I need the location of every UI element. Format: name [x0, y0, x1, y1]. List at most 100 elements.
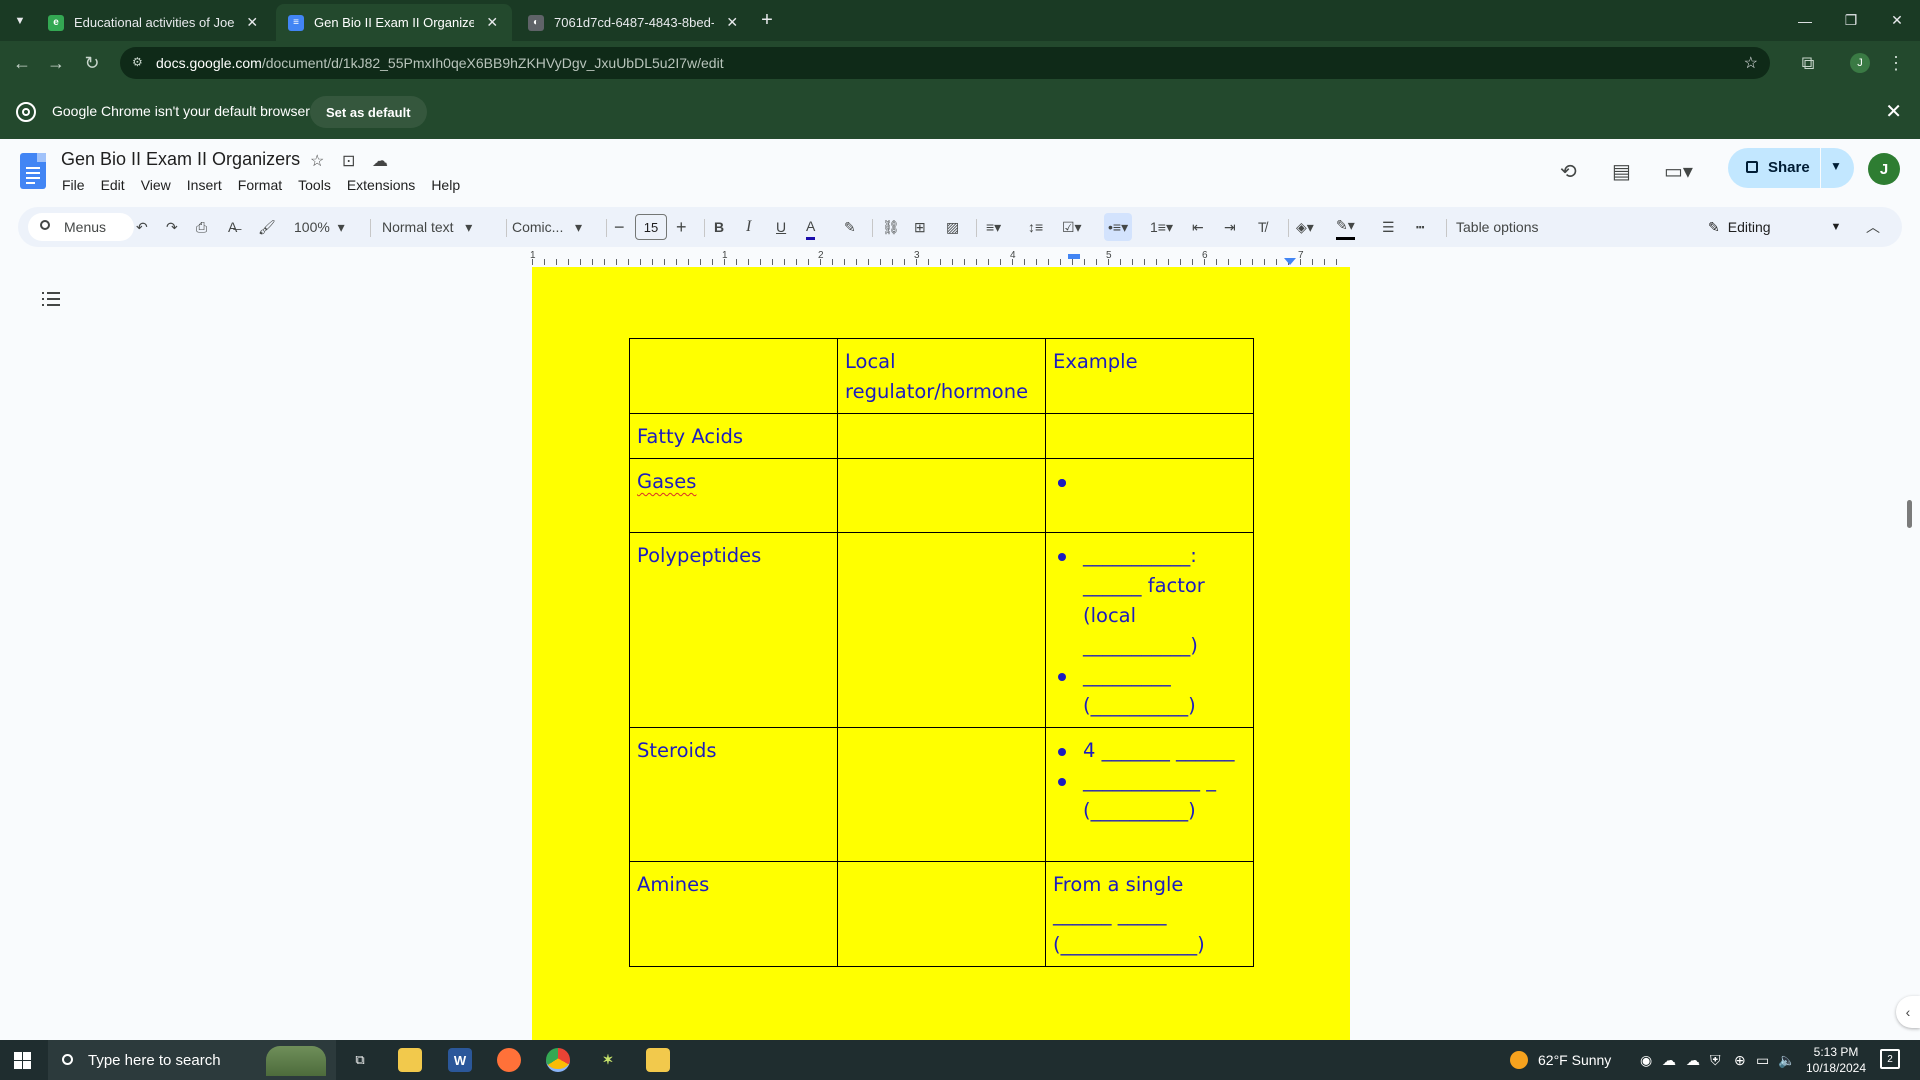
font-size-input[interactable]: 15: [635, 214, 667, 240]
insert-image-icon[interactable]: ▨: [946, 207, 959, 247]
more-options-icon[interactable]: ⋮: [1884, 51, 1908, 75]
print-icon[interactable]: ⎙: [196, 207, 207, 247]
row-label-cell[interactable]: Steroids: [629, 727, 838, 862]
cloud-icon[interactable]: ☁: [1686, 1052, 1700, 1069]
volume-muted-icon[interactable]: 🔈: [1778, 1052, 1795, 1069]
clock[interactable]: 5:13 PM 10/18/2024: [1800, 1044, 1872, 1076]
highlight-color-icon[interactable]: ✎: [844, 207, 856, 247]
insert-link-icon[interactable]: ⛓: [882, 207, 900, 247]
close-tab-icon[interactable]: ✕: [724, 14, 740, 31]
firefox-icon[interactable]: [497, 1048, 521, 1072]
undo-icon[interactable]: ↶: [136, 207, 148, 247]
restore-icon[interactable]: ❐: [1828, 0, 1874, 41]
text-color-icon[interactable]: A: [806, 214, 816, 240]
organizer-table[interactable]: Local regulator/hormone Example Fatty Ac…: [629, 338, 1254, 967]
comments-icon[interactable]: ▤: [1612, 159, 1631, 184]
line-spacing-icon[interactable]: ↕≡: [1028, 207, 1043, 247]
menu-edit[interactable]: Edit: [93, 177, 133, 193]
back-icon[interactable]: ←: [10, 51, 34, 75]
table-cell[interactable]: 4 _______ ______ ____________ _ (_______…: [1045, 727, 1254, 862]
security-icon[interactable]: ⛨: [1710, 1052, 1721, 1069]
align-icon[interactable]: ≡▾: [986, 207, 1001, 247]
hide-menus-chevron-icon[interactable]: ︿: [1866, 207, 1880, 247]
border-color-icon[interactable]: ✎▾: [1336, 214, 1355, 240]
browser-tab-gen-bio-organizers[interactable]: ≡ Gen Bio II Exam II Organizers - ✕: [276, 4, 512, 41]
close-infobar-icon[interactable]: ✕: [1885, 99, 1902, 124]
bulleted-list-icon[interactable]: •≡▾: [1104, 213, 1133, 241]
menu-tools[interactable]: Tools: [290, 177, 339, 193]
bookmark-star-icon[interactable]: ☆: [1744, 53, 1758, 73]
zoom-select[interactable]: 100% ▾: [294, 207, 345, 247]
first-line-indent-marker[interactable]: [1068, 254, 1080, 259]
right-indent-marker[interactable]: [1284, 258, 1296, 265]
tray-icon[interactable]: ◉: [1640, 1052, 1652, 1069]
menu-insert[interactable]: Insert: [179, 177, 230, 193]
numbered-list-icon[interactable]: 1≡▾: [1150, 207, 1173, 247]
task-view-icon[interactable]: ⧉: [348, 1048, 372, 1072]
reload-icon[interactable]: ↻: [80, 51, 104, 75]
browser-tab-educational-activities[interactable]: e Educational activities of Joe Ric ✕: [36, 4, 272, 41]
menu-extensions[interactable]: Extensions: [339, 177, 423, 193]
network-icon[interactable]: ⊕: [1734, 1052, 1746, 1069]
search-menus-input[interactable]: Menus: [28, 213, 134, 241]
user-avatar[interactable]: J: [1868, 153, 1900, 185]
forward-icon[interactable]: →: [44, 51, 68, 75]
close-tab-icon[interactable]: ✕: [484, 14, 500, 31]
row-label-cell[interactable]: Fatty Acids: [629, 413, 838, 459]
browser-tab-file-download[interactable]: ◐ 7061d7cd-6487-4843-8bed-f4c ✕: [516, 4, 752, 41]
increase-indent-icon[interactable]: ⇥: [1224, 207, 1236, 247]
horizontal-ruler[interactable]: 1 1 2 3 4 5 6 7: [530, 250, 1348, 267]
taskbar-search-input[interactable]: Type here to search: [48, 1040, 336, 1080]
menu-help[interactable]: Help: [423, 177, 468, 193]
add-comment-icon[interactable]: ⊞: [914, 207, 926, 247]
share-dropdown-icon[interactable]: ▼: [1830, 159, 1842, 173]
meet-video-icon[interactable]: ▭▾: [1664, 159, 1693, 184]
word-icon[interactable]: W: [448, 1048, 472, 1072]
tab-search-dropdown-icon[interactable]: ▼: [0, 0, 40, 41]
border-dash-icon[interactable]: ┅: [1416, 207, 1424, 247]
decrease-indent-icon[interactable]: ⇤: [1192, 207, 1204, 247]
table-header-cell[interactable]: Example: [1045, 338, 1254, 414]
editing-mode-select[interactable]: ✎ Editing ▼: [1708, 207, 1841, 247]
table-header-cell[interactable]: Local regulator/hormone: [837, 338, 1046, 414]
table-cell[interactable]: [1045, 458, 1254, 533]
window-close-icon[interactable]: ✕: [1874, 0, 1920, 41]
row-label-cell[interactable]: Amines: [629, 861, 838, 967]
weather-widget[interactable]: 62°F Sunny: [1510, 1040, 1611, 1080]
display-icon[interactable]: ▭: [1756, 1052, 1769, 1069]
table-cell[interactable]: From a single ______ _____ (____________…: [1045, 861, 1254, 967]
bold-icon[interactable]: B: [714, 207, 724, 247]
sticky-notes-icon[interactable]: [646, 1048, 670, 1072]
file-explorer-icon[interactable]: [398, 1048, 422, 1072]
chrome-icon[interactable]: [546, 1048, 570, 1072]
table-cell[interactable]: [629, 338, 838, 414]
profile-avatar[interactable]: J: [1850, 53, 1870, 73]
paint-format-icon[interactable]: 🖌: [258, 207, 276, 247]
font-select[interactable]: Comic... ▾: [512, 207, 582, 247]
minimize-icon[interactable]: —: [1782, 0, 1828, 41]
table-cell[interactable]: [1045, 413, 1254, 459]
italic-icon[interactable]: I: [746, 207, 751, 247]
border-width-icon[interactable]: ☰: [1382, 207, 1395, 247]
underline-icon[interactable]: U: [776, 207, 786, 247]
document-outline-icon[interactable]: [42, 292, 60, 308]
checklist-icon[interactable]: ☑▾: [1062, 207, 1082, 247]
set-as-default-button[interactable]: Set as default: [310, 96, 427, 128]
windows-start-icon[interactable]: [14, 1052, 31, 1069]
new-tab-button[interactable]: +: [744, 0, 790, 41]
docs-logo-icon[interactable]: [20, 153, 46, 189]
move-folder-icon[interactable]: ⊡: [342, 151, 355, 171]
table-cell[interactable]: [837, 727, 1046, 862]
table-cell[interactable]: [837, 458, 1046, 533]
menu-format[interactable]: Format: [230, 177, 290, 193]
site-info-icon[interactable]: ⚙: [132, 55, 148, 71]
table-cell[interactable]: [837, 861, 1046, 967]
table-cell[interactable]: [837, 532, 1046, 728]
table-options-button[interactable]: Table options: [1456, 207, 1539, 247]
spellcheck-icon[interactable]: A̶: [228, 207, 237, 247]
decrease-font-size-icon[interactable]: −: [614, 207, 625, 247]
clear-formatting-icon[interactable]: T̸: [1258, 207, 1267, 247]
table-cell[interactable]: [837, 413, 1046, 459]
url-input[interactable]: ⚙ docs.google.com/document/d/1kJ82_55Pmx…: [120, 47, 1770, 79]
notification-icon[interactable]: 2: [1880, 1049, 1900, 1069]
